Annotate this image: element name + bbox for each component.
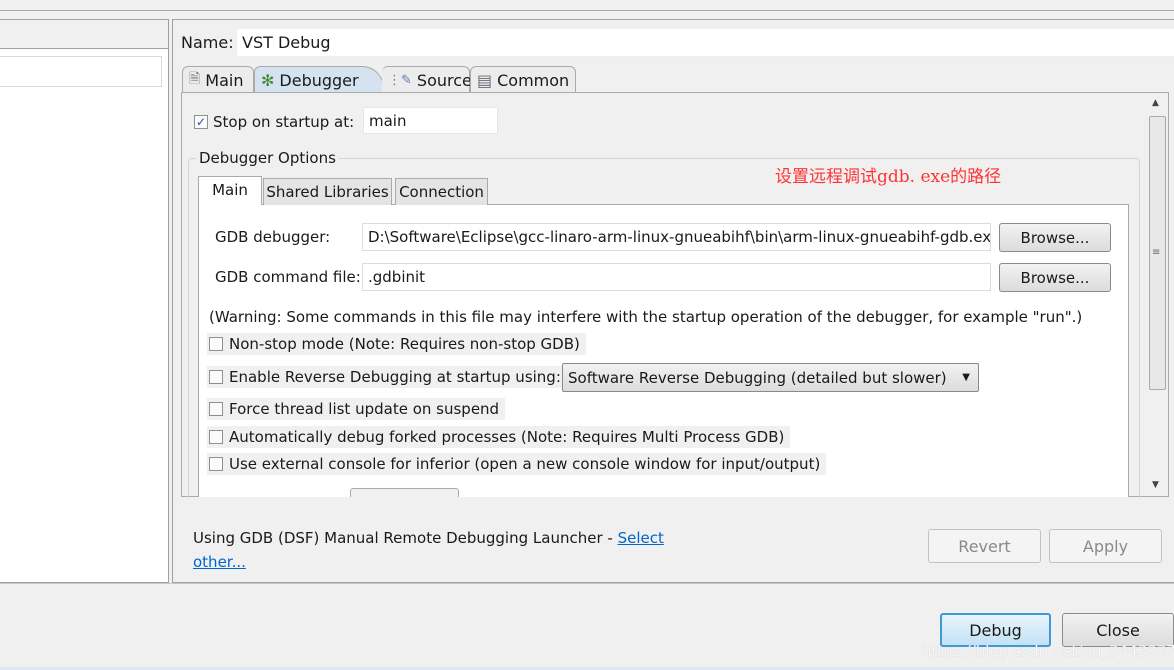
non-stop-mode-checkbox[interactable]: Non-stop mode (Note: Requires non-stop G… bbox=[207, 333, 586, 355]
checkmark-icon: ✓ bbox=[194, 115, 208, 129]
inner-tab-main[interactable]: Main bbox=[198, 176, 262, 205]
inner-tab-shared-libraries[interactable]: Shared Libraries bbox=[263, 178, 392, 205]
gdb-command-file-label: GDB command file: bbox=[215, 268, 361, 286]
annotation-text: 设置远程调试gdb. exe的路径 bbox=[775, 167, 1002, 187]
reverse-debugging-select[interactable]: Software Reverse Debugging (detailed but… bbox=[562, 363, 979, 392]
stop-on-startup-checkbox[interactable]: ✓ Stop on startup at: bbox=[194, 113, 354, 131]
apply-button[interactable]: Apply bbox=[1049, 529, 1162, 563]
tab-debugger[interactable]: ✻ Debugger bbox=[254, 66, 384, 93]
bug-icon: ✻ bbox=[261, 70, 275, 90]
debug-forked-processes-checkbox[interactable]: Automatically debug forked processes (No… bbox=[207, 426, 791, 448]
checkbox-box bbox=[209, 457, 223, 471]
name-input[interactable]: VST Debug bbox=[236, 28, 1174, 57]
dropdown-arrow-icon: ▼ bbox=[962, 372, 970, 383]
revert-button[interactable]: Revert bbox=[928, 529, 1041, 563]
inner-tab-connection[interactable]: Connection bbox=[395, 178, 488, 205]
checkbox-box bbox=[209, 370, 223, 384]
tab-common[interactable]: ▤ Common bbox=[470, 66, 576, 93]
checkbox-box bbox=[209, 430, 223, 444]
checkbox-box bbox=[209, 402, 223, 416]
configuration-toolbar bbox=[0, 19, 169, 49]
tab-source[interactable]: ⋮✎ Source bbox=[382, 66, 472, 93]
source-icon: ⋮✎ bbox=[388, 72, 412, 88]
debugger-options-title: Debugger Options bbox=[196, 149, 339, 167]
force-thread-list-checkbox[interactable]: Force thread list update on suspend bbox=[207, 398, 506, 420]
external-console-checkbox[interactable]: Use external console for inferior (open … bbox=[207, 453, 827, 475]
stop-on-startup-input[interactable]: main bbox=[363, 107, 498, 134]
launcher-info: Using GDB (DSF) Manual Remote Debugging … bbox=[193, 529, 664, 571]
gdb-command-file-browse-button[interactable]: Browse... bbox=[999, 263, 1111, 292]
name-label: Name: bbox=[181, 33, 234, 52]
scroll-up-icon[interactable]: ▲ bbox=[1152, 98, 1159, 108]
document-icon: 🗎 bbox=[189, 71, 201, 87]
watermark: https://blog.csdn.net/qq_34430371 bbox=[922, 642, 1174, 660]
select-other-link-continued[interactable]: other... bbox=[193, 553, 246, 571]
select-other-link[interactable]: Select bbox=[618, 529, 664, 547]
gdb-debugger-label: GDB debugger: bbox=[215, 228, 331, 246]
gdb-debugger-input[interactable]: D:\Software\Eclipse\gcc-linaro-arm-linux… bbox=[362, 223, 991, 251]
table-icon: ▤ bbox=[477, 70, 493, 90]
partial-button[interactable] bbox=[350, 488, 459, 497]
dialog-divider bbox=[0, 583, 1174, 584]
tab-main[interactable]: 🗎 Main bbox=[182, 66, 254, 93]
configuration-list-panel bbox=[0, 19, 169, 583]
warning-text: (Warning: Some commands in this file may… bbox=[209, 308, 1083, 326]
scroll-down-icon[interactable]: ▼ bbox=[1152, 480, 1159, 490]
gdb-debugger-browse-button[interactable]: Browse... bbox=[999, 223, 1111, 252]
grip-icon: ≡ bbox=[1152, 247, 1161, 258]
checkbox-box bbox=[209, 337, 223, 351]
filter-input[interactable] bbox=[0, 56, 162, 87]
reverse-debugging-checkbox[interactable]: Enable Reverse Debugging at startup usin… bbox=[207, 366, 567, 388]
top-divider bbox=[0, 10, 1174, 11]
gdb-command-file-input[interactable]: .gdbinit bbox=[362, 263, 991, 291]
